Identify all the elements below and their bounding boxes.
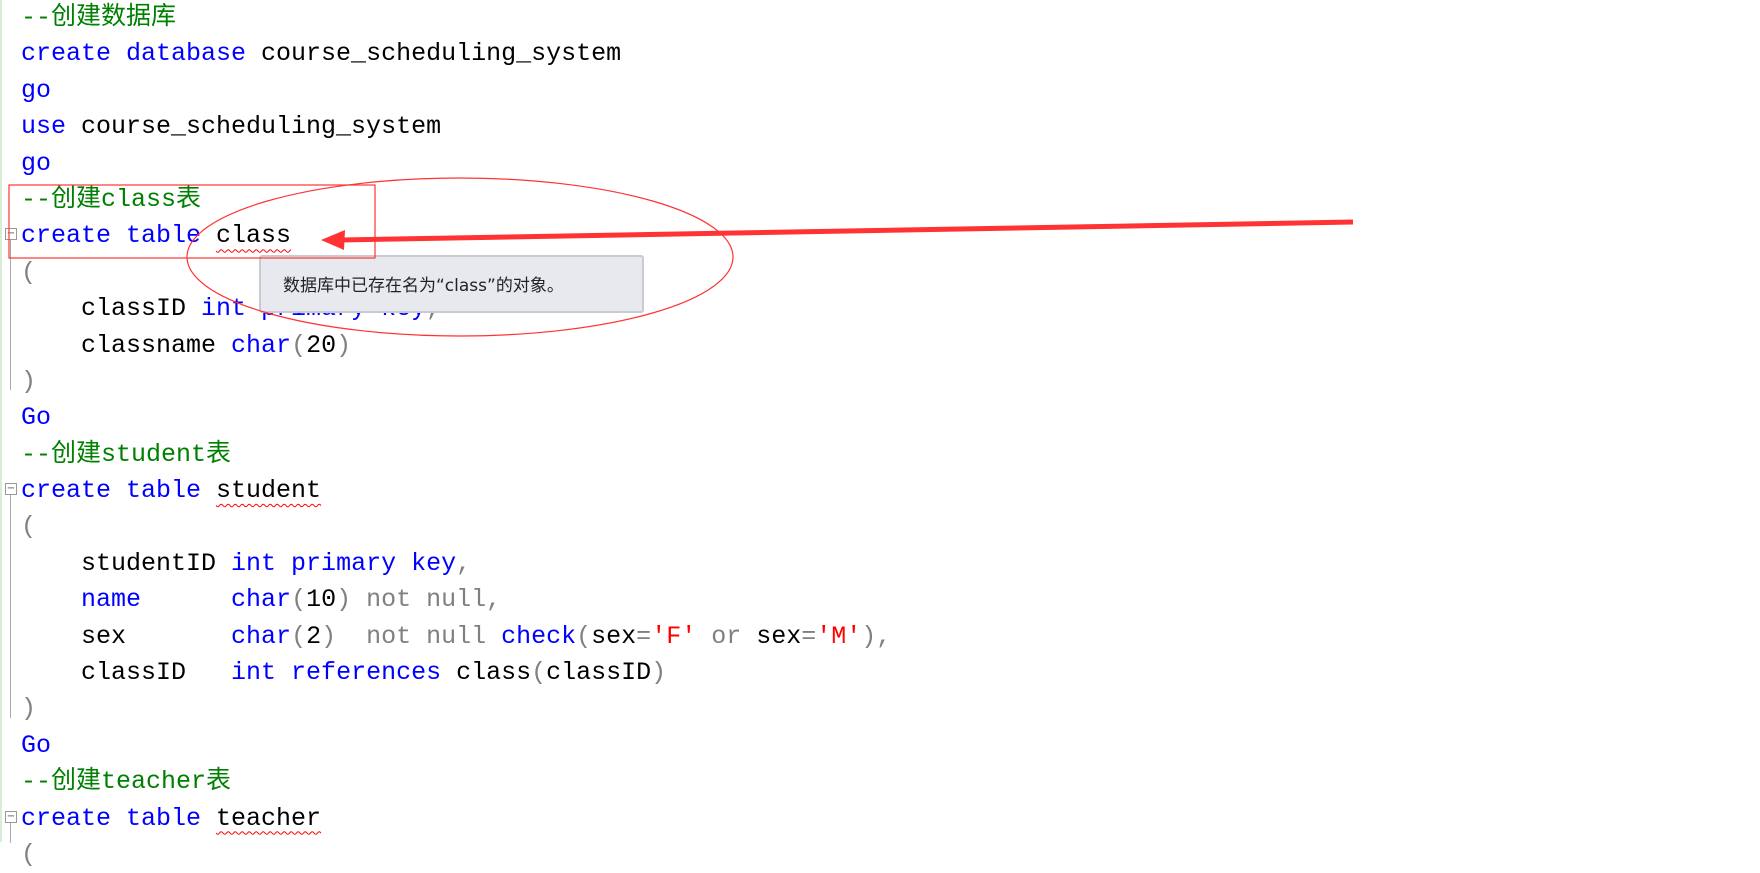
code-token: (: [291, 585, 307, 615]
code-line[interactable]: create table class: [21, 218, 891, 254]
code-token: (: [21, 839, 37, 869]
error-token: teacher: [216, 803, 322, 833]
code-token: course_scheduling_system: [261, 39, 622, 69]
code-token: 20: [306, 330, 337, 360]
code-token: Go: [21, 730, 52, 760]
code-line[interactable]: sex char(2) not null check(sex='F' or se…: [21, 619, 891, 655]
code-token: class: [456, 658, 532, 688]
code-line[interactable]: --创建数据库: [21, 0, 891, 36]
code-token: go: [21, 75, 52, 105]
code-token: =: [801, 621, 817, 651]
code-line[interactable]: ): [21, 364, 891, 400]
code-token: (: [21, 512, 37, 542]
code-line[interactable]: classID int references class(classID): [21, 655, 891, 691]
code-token: (: [576, 621, 592, 651]
code-line[interactable]: (: [21, 509, 891, 545]
fold-bracket: [10, 495, 11, 718]
error-token: student: [216, 476, 322, 506]
editor-gutter: [0, 0, 2, 842]
code-line[interactable]: studentID int primary key,: [21, 546, 891, 582]
code-token: ,: [456, 548, 472, 578]
code-line[interactable]: Go: [21, 728, 891, 764]
code-token: --创建数据库: [21, 3, 177, 32]
code-token: --创建teacher表: [21, 767, 232, 797]
fold-bracket: [10, 823, 11, 843]
code-token: create database: [21, 39, 262, 69]
code-line[interactable]: go: [21, 146, 891, 182]
code-token: Go: [21, 403, 52, 433]
code-token: classID: [21, 294, 202, 324]
code-token: (: [531, 658, 547, 688]
code-token: char: [231, 621, 292, 651]
code-line[interactable]: create table student: [21, 473, 891, 509]
code-token: sex: [591, 621, 637, 651]
code-token: course_scheduling_system: [81, 112, 442, 142]
error-tooltip: 数据库中已存在名为“class”的对象。: [259, 255, 644, 313]
code-token: int primary key: [231, 548, 457, 578]
code-token: create table: [21, 221, 217, 251]
fold-bracket: [10, 240, 11, 390]
code-token: or: [696, 621, 757, 651]
code-token: create table: [21, 803, 217, 833]
code-line[interactable]: name char(10) not null,: [21, 582, 891, 618]
code-token: --创建student表: [21, 439, 232, 469]
code-token: ): [651, 658, 667, 688]
code-token: sex: [21, 621, 232, 651]
code-token: =: [636, 621, 652, 651]
code-token: sex: [756, 621, 802, 651]
code-token: ) not null,: [336, 585, 502, 615]
code-line[interactable]: go: [21, 73, 891, 109]
code-token: create table: [21, 476, 217, 506]
code-line[interactable]: Go: [21, 400, 891, 436]
code-token: int references: [231, 658, 457, 688]
code-line[interactable]: create database course_scheduling_system: [21, 36, 891, 72]
code-line[interactable]: --创建teacher表: [21, 764, 891, 800]
code-token: 'M': [816, 621, 862, 651]
code-line[interactable]: create table teacher: [21, 801, 891, 837]
code-token: 2: [306, 621, 322, 651]
code-line[interactable]: --创建student表: [21, 437, 891, 473]
collapse-icon[interactable]: −: [5, 483, 17, 495]
code-token: go: [21, 148, 52, 178]
code-token: classID: [21, 658, 232, 688]
code-token: ): [21, 694, 37, 724]
code-token: (: [291, 621, 307, 651]
code-line[interactable]: ): [21, 691, 891, 727]
code-token: ): [21, 366, 37, 396]
collapse-icon[interactable]: −: [5, 811, 17, 823]
code-token: 10: [306, 585, 337, 615]
code-token: ),: [861, 621, 892, 651]
code-token: check: [501, 621, 577, 651]
code-line[interactable]: --创建class表: [21, 182, 891, 218]
collapse-icon[interactable]: −: [5, 228, 17, 240]
code-token: classname: [21, 330, 232, 360]
code-token: studentID: [21, 548, 232, 578]
code-token: ): [336, 330, 352, 360]
code-token: ) not null: [321, 621, 502, 651]
code-token: (: [21, 257, 37, 287]
code-token: --创建class表: [21, 184, 202, 214]
code-token: classID: [546, 658, 652, 688]
code-token: char: [231, 585, 292, 615]
code-token: (: [291, 330, 307, 360]
sql-code-editor[interactable]: --创建数据库 create database course_scheduling…: [21, 0, 891, 873]
code-line[interactable]: use course_scheduling_system: [21, 109, 891, 145]
code-token: char: [231, 330, 292, 360]
code-token: use: [21, 112, 82, 142]
error-token: class: [216, 221, 292, 251]
code-line[interactable]: classname char(20): [21, 328, 891, 364]
code-token: 'F': [651, 621, 697, 651]
code-line[interactable]: (: [21, 837, 891, 873]
code-token: name: [21, 585, 232, 615]
